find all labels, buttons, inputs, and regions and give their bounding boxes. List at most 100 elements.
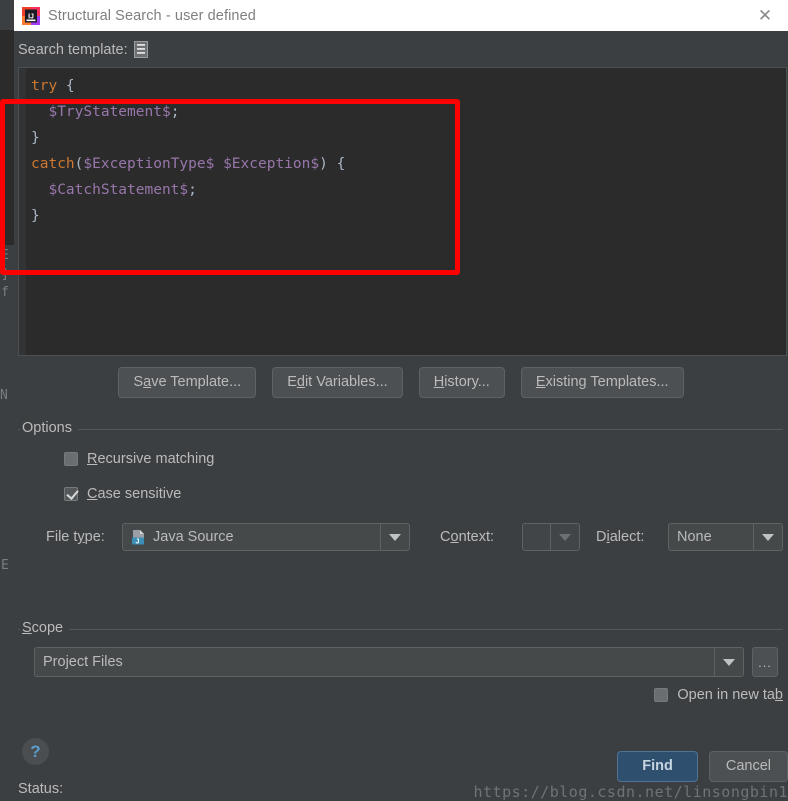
scope-group-border bbox=[18, 629, 783, 630]
editor-gutter bbox=[19, 68, 26, 355]
scope-group: Scope Project Files ... Open in new tab bbox=[18, 629, 783, 709]
close-icon[interactable]: ✕ bbox=[742, 0, 788, 31]
code-token: } bbox=[31, 130, 40, 146]
code-token bbox=[31, 104, 48, 120]
open-in-new-tab-checkbox[interactable]: Open in new tab bbox=[654, 687, 783, 703]
label-post: cope bbox=[32, 620, 63, 636]
file-type-label: File type: bbox=[46, 529, 122, 545]
chevron-down-icon[interactable] bbox=[380, 524, 409, 550]
background-glyph: E bbox=[1, 248, 9, 263]
label-post: ntext: bbox=[459, 529, 494, 545]
context-label: Context: bbox=[440, 529, 522, 545]
code-token: $ExceptionType$ bbox=[83, 156, 214, 172]
svg-text:J: J bbox=[136, 539, 140, 546]
btn-text-pre: S bbox=[133, 374, 143, 390]
document-lines-icon[interactable] bbox=[134, 41, 148, 58]
label-post: ecursive matching bbox=[97, 451, 214, 467]
chevron-down-icon[interactable] bbox=[550, 524, 579, 550]
context-value bbox=[523, 524, 550, 550]
watermark-text: https://blog.csdn.net/linsongbin1 bbox=[473, 783, 788, 801]
dialect-row: Dialect: None bbox=[596, 523, 783, 551]
dialect-combobox[interactable]: None bbox=[668, 523, 783, 551]
chevron-down-icon[interactable] bbox=[714, 648, 743, 676]
background-glyph: f bbox=[1, 285, 9, 300]
label-pre: File t bbox=[46, 529, 77, 545]
intellij-idea-icon: IJ bbox=[22, 7, 40, 25]
cancel-button[interactable]: Cancel bbox=[709, 751, 788, 782]
case-sensitive-label: Case sensitive bbox=[87, 486, 181, 502]
code-token: $TryStatement$ bbox=[48, 104, 170, 120]
label-mnemonic: R bbox=[87, 451, 97, 467]
label-mnemonic: S bbox=[22, 620, 32, 636]
scope-value: Project Files bbox=[35, 648, 714, 676]
code-token: try bbox=[31, 78, 57, 94]
btn-text-post: istory... bbox=[444, 374, 490, 390]
existing-templates-button[interactable]: Existing Templates... bbox=[521, 367, 684, 398]
file-type-value-wrap: J Java Source bbox=[123, 524, 380, 550]
code-token: ; bbox=[171, 104, 180, 120]
history-button[interactable]: History... bbox=[419, 367, 505, 398]
btn-mnemonic: H bbox=[434, 374, 444, 390]
background-glyph: E bbox=[1, 558, 9, 573]
label-mnemonic: b bbox=[775, 687, 783, 703]
find-button[interactable]: Find bbox=[617, 751, 698, 782]
options-group: Options Recursive matching Case sensitiv… bbox=[18, 429, 783, 614]
code-token bbox=[31, 182, 48, 198]
label-post: pe: bbox=[85, 529, 105, 545]
code-token: $Exception$ bbox=[223, 156, 319, 172]
btn-mnemonic: d bbox=[297, 374, 305, 390]
open-in-new-tab-label: Open in new tab bbox=[677, 687, 783, 703]
search-template-editor[interactable]: try { $TryStatement$;} catch($ExceptionTy… bbox=[18, 67, 787, 356]
file-type-value: Java Source bbox=[153, 529, 234, 545]
background-glyph: ] bbox=[1, 267, 9, 282]
dialect-value: None bbox=[669, 524, 753, 550]
background-glyph: N bbox=[0, 388, 8, 403]
structural-search-dialog: IJ Structural Search - user defined ✕ Se… bbox=[14, 0, 788, 784]
label-pre: Open in new ta bbox=[677, 687, 775, 703]
dialog-action-buttons: Find Cancel bbox=[617, 751, 788, 782]
code-token: ) { bbox=[319, 156, 345, 172]
search-template-code[interactable]: try { $TryStatement$;} catch($ExceptionTy… bbox=[26, 73, 786, 355]
context-row: Context: bbox=[440, 523, 580, 551]
search-template-header: Search template: bbox=[18, 41, 148, 58]
template-actions-row: Save Template... Edit Variables... Histo… bbox=[14, 367, 788, 398]
save-template-button[interactable]: Save Template... bbox=[118, 367, 256, 398]
label-mnemonic: o bbox=[450, 529, 458, 545]
recursive-matching-checkbox[interactable]: Recursive matching bbox=[64, 451, 214, 467]
scope-row: Project Files ... bbox=[34, 647, 778, 677]
search-template-label: Search template: bbox=[18, 42, 128, 58]
label-post: alect: bbox=[610, 529, 645, 545]
scope-group-title: Scope bbox=[20, 620, 69, 636]
btn-text-pre: E bbox=[287, 374, 297, 390]
btn-mnemonic: a bbox=[143, 374, 151, 390]
checkbox-box[interactable] bbox=[64, 452, 78, 466]
checkbox-box[interactable] bbox=[64, 487, 78, 501]
code-token: } bbox=[31, 208, 40, 224]
options-group-border bbox=[18, 429, 783, 430]
edit-variables-button[interactable]: Edit Variables... bbox=[272, 367, 403, 398]
scope-combobox[interactable]: Project Files bbox=[34, 647, 744, 677]
label-mnemonic: y bbox=[77, 529, 84, 545]
label-mnemonic: C bbox=[87, 486, 97, 502]
chevron-down-icon[interactable] bbox=[753, 524, 782, 550]
btn-text-post: xisting Templates... bbox=[546, 374, 669, 390]
context-combobox[interactable] bbox=[522, 523, 580, 551]
question-mark-icon[interactable]: ? bbox=[22, 738, 49, 765]
checkbox-box[interactable] bbox=[654, 688, 668, 702]
code-token: $CatchStatement$ bbox=[48, 182, 188, 198]
dialog-body: Search template: try { $TryStatement$;} c… bbox=[14, 31, 788, 784]
code-line: $CatchStatement$; bbox=[31, 177, 786, 203]
status-label: Status: bbox=[18, 781, 63, 797]
code-line: try { bbox=[31, 73, 786, 99]
scope-browse-button[interactable]: ... bbox=[752, 647, 778, 677]
file-type-combobox[interactable]: J Java Source bbox=[122, 523, 410, 551]
code-line: } bbox=[31, 203, 786, 229]
code-line: catch($ExceptionType$ $Exception$) { bbox=[31, 151, 786, 177]
case-sensitive-checkbox[interactable]: Case sensitive bbox=[64, 486, 181, 502]
code-line: } bbox=[31, 125, 786, 151]
code-token: { bbox=[57, 78, 74, 94]
code-line: $TryStatement$; bbox=[31, 99, 786, 125]
dialect-label: Dialect: bbox=[596, 529, 668, 545]
recursive-matching-label: Recursive matching bbox=[87, 451, 214, 467]
btn-text-post: ve Template... bbox=[151, 374, 241, 390]
